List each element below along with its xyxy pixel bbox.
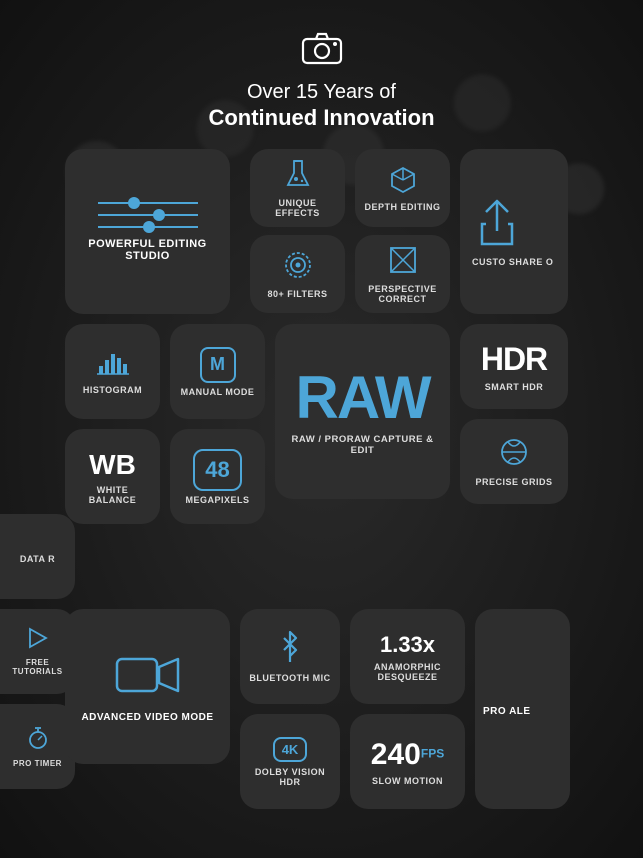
raw-text: RAW bbox=[296, 368, 430, 428]
sliders-icon bbox=[98, 202, 198, 228]
grids-label: PRECISE GRIDS bbox=[475, 477, 552, 487]
main-container: Over 15 Years of Continued Innovation bbox=[0, 0, 643, 858]
tile-grids[interactable]: PRECISE GRIDS bbox=[460, 419, 568, 504]
wb-text: WB bbox=[89, 449, 136, 481]
effects-label: UNIQUE EFFECTS bbox=[258, 198, 337, 218]
tile-manual-mode[interactable]: M MANUAL MODE bbox=[170, 324, 265, 419]
tile-slow-motion[interactable]: 240FPS SLOW MOTION bbox=[350, 714, 465, 809]
play-icon bbox=[28, 627, 48, 654]
tile-pro-alert[interactable]: PRO ALE bbox=[475, 609, 570, 809]
pro-alert-label: PRO ALE bbox=[483, 706, 531, 717]
tile-depth-editing[interactable]: DEPTH EDITING bbox=[355, 149, 450, 227]
tile-bluetooth-mic[interactable]: BLUETOOTH MIC bbox=[240, 609, 340, 704]
camera-icon bbox=[302, 30, 342, 71]
free-tutorials-label: FREE TUTORIALS bbox=[8, 658, 67, 676]
video-label: ADVANCED VIDEO MODE bbox=[81, 712, 213, 723]
tile-filters[interactable]: 80+ FILTERS bbox=[250, 235, 345, 313]
slowmo-label: SLOW MOTION bbox=[372, 776, 443, 786]
dolby-4k-box: 4K bbox=[273, 737, 308, 762]
tile-video-mode[interactable]: ADVANCED VIDEO MODE bbox=[65, 609, 230, 764]
tile-pro-timer[interactable]: PRO TIMER bbox=[0, 704, 75, 789]
data-label: DATA R bbox=[20, 554, 55, 564]
slowmo-text: 240FPS bbox=[371, 738, 444, 772]
tile-perspective[interactable]: PERSPECTIVE CORRECT bbox=[355, 235, 450, 313]
header-subtitle: Over 15 Years of bbox=[247, 79, 396, 105]
manual-label: MANUAL MODE bbox=[181, 387, 255, 397]
tile-raw[interactable]: RAW RAW / PRORAW CAPTURE & EDIT bbox=[275, 324, 450, 499]
depth-label: DEPTH EDITING bbox=[364, 202, 440, 212]
cube-icon bbox=[389, 165, 417, 198]
filters-icon bbox=[283, 250, 313, 285]
feature-grid: POWERFUL EDITING STUDIO UNIQUE EFFECTS bbox=[10, 149, 633, 848]
perspective-icon bbox=[388, 245, 418, 280]
tile-custom-share[interactable]: CUSTO SHARE O bbox=[460, 149, 568, 314]
editing-label: POWERFUL EDITING STUDIO bbox=[73, 238, 222, 262]
mega-text: 48 bbox=[193, 449, 241, 491]
tile-data[interactable]: DATA R bbox=[0, 514, 75, 599]
histogram-label: HISTOGRAM bbox=[83, 385, 142, 395]
header: Over 15 Years of Continued Innovation bbox=[208, 30, 434, 131]
tile-dolby[interactable]: 4K DOLBY VISION HDR bbox=[240, 714, 340, 809]
histogram-icon bbox=[95, 348, 131, 381]
tile-histogram[interactable]: HISTOGRAM bbox=[65, 324, 160, 419]
timer-icon bbox=[27, 726, 49, 755]
bt-label: BLUETOOTH MIC bbox=[249, 673, 330, 683]
dolby-label: DOLBY VISION HDR bbox=[248, 767, 332, 787]
header-title: Continued Innovation bbox=[208, 105, 434, 131]
raw-label: RAW / PRORAW CAPTURE & EDIT bbox=[283, 434, 442, 456]
pro-timer-label: PRO TIMER bbox=[13, 759, 62, 768]
tile-hdr[interactable]: HDR SMART HDR bbox=[460, 324, 568, 409]
tile-anamorphic[interactable]: 1.33x ANAMORPHIC DESQUEEZE bbox=[350, 609, 465, 704]
anamorphic-label: ANAMORPHIC DESQUEEZE bbox=[358, 662, 457, 682]
hdr-text: HDR bbox=[481, 341, 547, 378]
filters-label: 80+ FILTERS bbox=[267, 289, 327, 299]
tile-unique-effects[interactable]: UNIQUE EFFECTS bbox=[250, 149, 345, 227]
tile-megapixels[interactable]: 48 MEGAPIXELS bbox=[170, 429, 265, 524]
manual-icon: M bbox=[200, 347, 236, 383]
tile-white-balance[interactable]: WB WHITE BALANCE bbox=[65, 429, 160, 524]
grids-icon bbox=[498, 436, 530, 473]
perspective-label: PERSPECTIVE CORRECT bbox=[363, 284, 442, 304]
tile-editing-studio[interactable]: POWERFUL EDITING STUDIO bbox=[65, 149, 230, 314]
share-icon bbox=[478, 196, 516, 251]
mega-label: MEGAPIXELS bbox=[185, 495, 249, 505]
video-icon bbox=[115, 651, 180, 704]
anamorphic-text: 1.33x bbox=[380, 632, 435, 658]
beaker-icon bbox=[284, 159, 312, 194]
tile-free-tutorials[interactable]: FREE TUTORIALS bbox=[0, 609, 75, 694]
share-label: CUSTO SHARE O bbox=[468, 257, 553, 267]
bluetooth-icon bbox=[278, 630, 302, 669]
hdr-label: SMART HDR bbox=[485, 382, 544, 392]
wb-label: WHITE BALANCE bbox=[73, 485, 152, 505]
